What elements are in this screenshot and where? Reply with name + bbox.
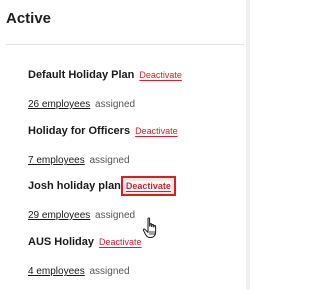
- scroll-edge: [246, 0, 250, 290]
- deactivate-link-highlighted[interactable]: Deactivate: [120, 176, 176, 196]
- plan-item: Default Holiday Plan Deactivate 26 emplo…: [28, 69, 240, 110]
- plan-name: AUS Holiday: [28, 236, 95, 248]
- employee-count-row: 26 employees assigned: [28, 99, 240, 110]
- employees-link[interactable]: 29 employees: [28, 210, 90, 221]
- employees-link[interactable]: 26 employees: [28, 99, 90, 110]
- heading-divider: [6, 44, 244, 45]
- employees-link[interactable]: 4 employees: [28, 266, 85, 277]
- plan-title-row: Default Holiday Plan Deactivate: [28, 69, 240, 81]
- employees-link[interactable]: 7 employees: [28, 155, 85, 166]
- employee-count-row: 29 employees assigned: [28, 210, 240, 221]
- assigned-label: assigned: [95, 210, 136, 221]
- plan-name: Holiday for Officers: [28, 125, 131, 137]
- section-heading: Active: [6, 10, 52, 27]
- plan-title-row: Holiday for Officers Deactivate: [28, 125, 240, 137]
- plan-name: Josh holiday plan: [28, 180, 121, 192]
- plan-item: Holiday for Officers Deactivate 7 employ…: [28, 125, 240, 166]
- deactivate-link[interactable]: Deactivate: [99, 237, 142, 247]
- assigned-label: assigned: [89, 266, 130, 277]
- plan-item: Josh holiday plan Deactivate 29 employee…: [28, 176, 240, 221]
- assigned-label: assigned: [89, 155, 130, 166]
- plan-title-row: Josh holiday plan Deactivate: [28, 176, 240, 196]
- deactivate-link[interactable]: Deactivate: [139, 70, 182, 80]
- assigned-label: assigned: [95, 99, 136, 110]
- employee-count-row: 7 employees assigned: [28, 155, 240, 166]
- plan-item: AUS Holiday Deactivate 4 employees assig…: [28, 236, 240, 277]
- plan-title-row: AUS Holiday Deactivate: [28, 236, 240, 248]
- deactivate-link[interactable]: Deactivate: [135, 126, 178, 136]
- employee-count-row: 4 employees assigned: [28, 266, 240, 277]
- plan-name: Default Holiday Plan: [28, 69, 135, 81]
- active-plans-panel: Active Default Holiday Plan Deactivate 2…: [0, 0, 250, 290]
